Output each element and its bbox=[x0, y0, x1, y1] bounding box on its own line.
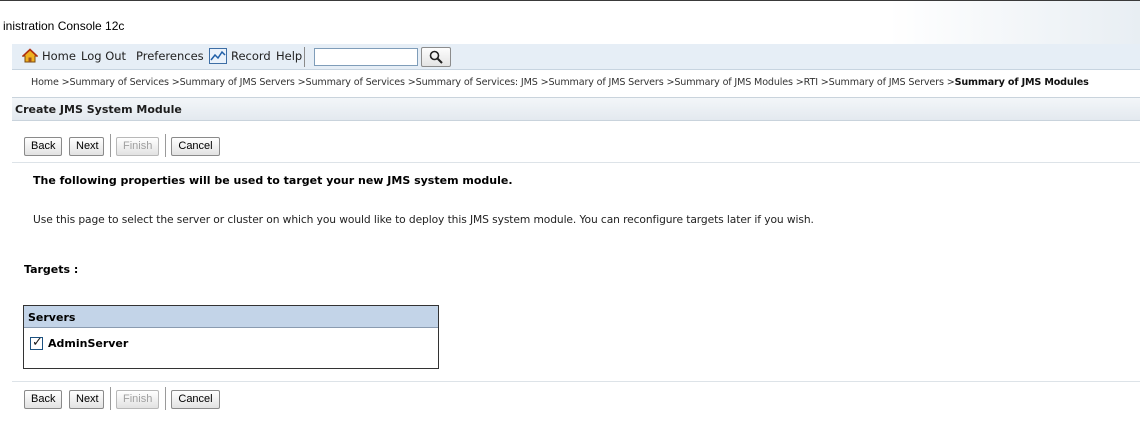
section-heading: The following properties will be used to… bbox=[33, 174, 513, 187]
panel-header: Create JMS System Module bbox=[12, 97, 1140, 121]
divider-line bbox=[12, 381, 1140, 382]
finish-button-top[interactable]: Finish bbox=[116, 137, 159, 156]
window-title: inistration Console 12c bbox=[3, 19, 125, 33]
logout-link[interactable]: Log Out bbox=[81, 49, 126, 63]
home-link[interactable]: Home bbox=[42, 49, 76, 63]
search-input[interactable] bbox=[314, 48, 418, 66]
home-icon[interactable] bbox=[22, 48, 38, 64]
cancel-button-top[interactable]: Cancel bbox=[171, 137, 220, 156]
breadcrumb-trail[interactable]: Home >Summary of Services >Summary of JM… bbox=[31, 77, 955, 88]
button-divider bbox=[165, 134, 166, 157]
table-row: AdminServer bbox=[24, 328, 438, 368]
back-button-top[interactable]: Back bbox=[24, 137, 62, 156]
record-link[interactable]: Record bbox=[231, 49, 271, 63]
page-description: Use this page to select the server or cl… bbox=[33, 213, 814, 226]
finish-button-bottom[interactable]: Finish bbox=[116, 390, 159, 409]
button-divider bbox=[110, 134, 111, 157]
record-icon[interactable] bbox=[209, 48, 227, 64]
page-title: Create JMS System Module bbox=[15, 103, 182, 116]
button-divider bbox=[110, 387, 111, 410]
help-link[interactable]: Help bbox=[276, 49, 302, 63]
cancel-button-bottom[interactable]: Cancel bbox=[171, 390, 220, 409]
search-button[interactable] bbox=[421, 47, 451, 67]
window-title-bar: inistration Console 12c bbox=[0, 0, 1140, 44]
next-button-top[interactable]: Next bbox=[69, 137, 104, 156]
button-divider bbox=[165, 387, 166, 410]
preferences-link[interactable]: Preferences bbox=[136, 49, 204, 63]
toolbar: Home Log Out Preferences Record Help bbox=[12, 44, 1140, 70]
breadcrumb-current: Summary of JMS Modules bbox=[954, 77, 1089, 88]
toolbar-divider bbox=[304, 47, 305, 67]
breadcrumb: Home >Summary of Services >Summary of JM… bbox=[12, 73, 1140, 93]
adminserver-checkbox[interactable] bbox=[30, 335, 43, 350]
back-button-bottom[interactable]: Back bbox=[24, 390, 62, 409]
servers-column-header: Servers bbox=[24, 306, 438, 328]
next-button-bottom[interactable]: Next bbox=[69, 390, 104, 409]
servers-table: Servers AdminServer bbox=[23, 305, 439, 369]
search-icon bbox=[429, 50, 443, 64]
server-name: AdminServer bbox=[48, 337, 129, 350]
divider-line bbox=[12, 162, 1140, 163]
targets-label: Targets : bbox=[24, 263, 79, 276]
